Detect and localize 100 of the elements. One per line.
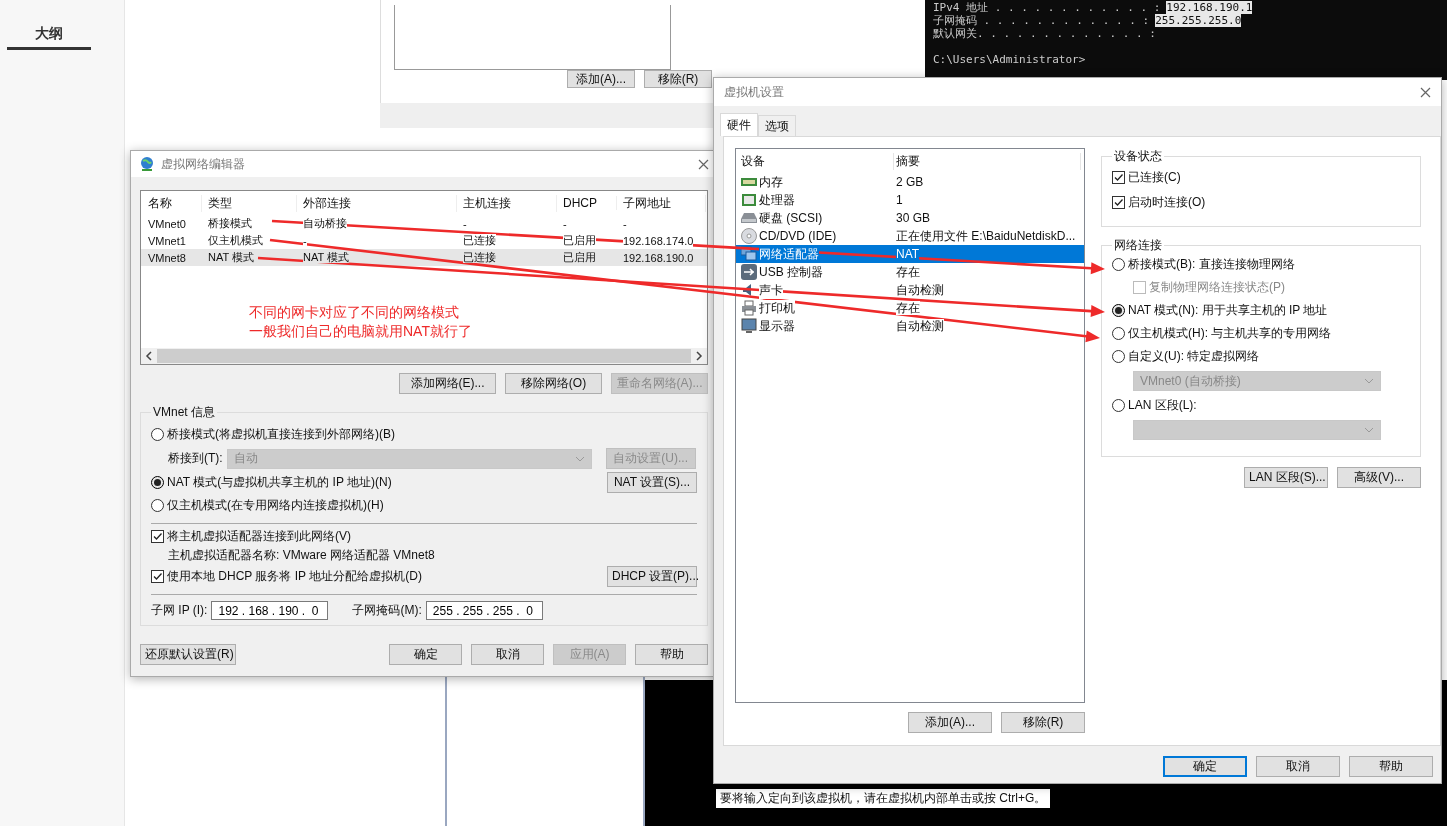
dialog-button[interactable]: LAN 区段(S)... <box>1244 467 1328 488</box>
radio-label[interactable]: 仅主机模式(H): 与主机共享的专用网络 <box>1128 325 1332 342</box>
dialog-button[interactable]: 帮助 <box>1349 756 1433 777</box>
dialog-button[interactable]: 高级(V)... <box>1337 467 1421 488</box>
radio-label[interactable]: NAT 模式(N): 用于共享主机的 IP 地址 <box>1128 302 1328 319</box>
device-summary: 正在使用文件 E:\BaiduNetdiskD... <box>896 228 1076 243</box>
radio-label[interactable]: NAT 模式(与虚拟机共享主机的 IP 地址)(N) <box>167 474 392 491</box>
terminal-text: 255.255.255.0 <box>1155 14 1242 27</box>
ip-field[interactable]: 255 . 255 . 255 . 0 <box>425 601 543 620</box>
dialog-button[interactable]: 移除网络(O) <box>505 373 602 394</box>
memory-icon <box>741 176 757 188</box>
checkbox[interactable]: 使用本地 DHCP 服务将 IP 地址分配给虚拟机(D) <box>151 568 422 585</box>
checkbox[interactable]: 将主机虚拟适配器连接到此网络(V) <box>151 528 697 545</box>
device-name: 处理器 <box>759 191 795 209</box>
column-header[interactable]: 类型 <box>208 195 232 210</box>
column-header[interactable]: 名称 <box>148 195 172 210</box>
terminal-prompt: C:\Users\Administrator> <box>933 53 1086 66</box>
dialog-button[interactable]: 移除(R) <box>1001 712 1085 733</box>
radio-button[interactable] <box>151 499 164 512</box>
device-name: CD/DVD (IDE) <box>759 229 837 243</box>
outline-tab[interactable]: 大纲 <box>7 20 91 50</box>
device-name: USB 控制器 <box>759 263 823 281</box>
checkmark-icon <box>1113 197 1124 208</box>
table-cell: 仅主机模式 <box>208 234 263 246</box>
dialog-button[interactable]: DHCP 设置(P)... <box>607 566 697 587</box>
terminal-text: 192.168.190.1 <box>1166 1 1253 14</box>
table-cell: 192.168.174.0 <box>623 234 694 247</box>
device-summary: 自动检测 <box>896 282 944 297</box>
checkbox[interactable]: 启动时连接(O) <box>1112 194 1410 211</box>
dialog-button[interactable]: 确定 <box>389 644 462 665</box>
device-row[interactable]: 网络适配器 NAT <box>736 245 1084 263</box>
table-cell: 192.168.190.0 <box>623 251 694 264</box>
column-header[interactable]: 子网地址 <box>623 195 671 210</box>
field-label: 子网掩码(M): <box>352 602 422 619</box>
device-summary: 30 GB <box>896 211 931 225</box>
ip-field[interactable]: 192 . 168 . 190 . 0 <box>211 601 329 620</box>
dialog-button[interactable]: 取消 <box>471 644 544 665</box>
radio-button[interactable] <box>1112 258 1125 271</box>
table-cell: 已连接 <box>463 251 496 263</box>
table-row[interactable]: VMnet8 NAT 模式 NAT 模式 已连接 已启用 192.168.190.0 <box>141 249 707 266</box>
dialog-button[interactable]: 确定 <box>1163 756 1247 777</box>
tab[interactable]: 硬件 <box>720 113 758 136</box>
dialog-button[interactable]: 取消 <box>1256 756 1340 777</box>
column-header[interactable]: 摘要 <box>896 153 920 168</box>
radio-label[interactable]: 自定义(U): 特定虚拟网络 <box>1128 348 1260 365</box>
radio-label[interactable]: 桥接模式(将虚拟机直接连接到外部网络)(B) <box>167 426 395 443</box>
table-cell: NAT 模式 <box>303 251 350 263</box>
checkmark-icon <box>1113 172 1124 183</box>
device-summary: 存在 <box>896 300 920 315</box>
close-icon[interactable] <box>698 158 709 170</box>
window-title: 虚拟网络编辑器 <box>161 155 246 173</box>
chip-icon <box>741 193 757 207</box>
dialog-button[interactable]: 还原默认设置(R) <box>140 644 236 665</box>
horizontal-scrollbar[interactable] <box>141 348 707 364</box>
field-label: 桥接到(T): <box>168 450 223 467</box>
dialog-button[interactable]: 添加网络(E)... <box>399 373 496 394</box>
chevron-down-icon <box>1364 378 1374 384</box>
column-header[interactable]: 主机连接 <box>463 195 511 210</box>
group-title: VMnet 信息 <box>152 404 216 421</box>
checkmark-icon <box>152 571 163 582</box>
dialog-button[interactable]: 帮助 <box>635 644 708 665</box>
radio-button[interactable] <box>151 428 164 441</box>
radio-label[interactable]: 仅主机模式(在专用网络内连接虚拟机)(H) <box>167 497 384 514</box>
column-header[interactable]: 设备 <box>741 153 765 168</box>
column-header[interactable]: DHCP <box>563 196 597 210</box>
globe-icon <box>139 156 155 172</box>
dialog-button[interactable]: 移除(R) <box>644 70 712 88</box>
table-cell: 已启用 <box>563 251 596 263</box>
dialog-button[interactable]: 添加(A)... <box>908 712 992 733</box>
group-title: 网络连接 <box>1113 237 1163 254</box>
table-cell: NAT 模式 <box>208 251 255 263</box>
checkmark-icon <box>152 531 163 542</box>
radio-button[interactable] <box>1112 327 1125 340</box>
radio-label[interactable]: 桥接模式(B): 直接连接物理网络 <box>1128 256 1295 273</box>
close-icon[interactable] <box>1420 86 1431 98</box>
tab[interactable]: 选项 <box>758 115 796 136</box>
terminal-text: IPv4 地址 . . . . . . . . . . . . : <box>933 1 1161 14</box>
chevron-down-icon <box>574 455 585 462</box>
table-cell: 已连接 <box>463 234 496 246</box>
radio-button[interactable] <box>1112 304 1125 317</box>
table-cell: 桥接模式 <box>208 217 252 229</box>
checkbox[interactable]: 已连接(C) <box>1112 169 1410 186</box>
device-name: 内存 <box>759 173 783 191</box>
table-cell: VMnet8 <box>148 251 186 264</box>
column-header[interactable]: 外部连接 <box>303 195 351 210</box>
radio-button[interactable] <box>1112 399 1125 412</box>
device-summary: 1 <box>896 193 903 207</box>
radio-button[interactable] <box>1112 350 1125 363</box>
group-title: 设备状态 <box>1113 148 1163 165</box>
device-summary: 2 GB <box>896 175 924 189</box>
device-name: 打印机 <box>759 299 795 317</box>
dialog-button[interactable]: NAT 设置(S)... <box>607 472 697 493</box>
dialog-button[interactable]: 添加(A)... <box>567 70 635 88</box>
radio-button[interactable] <box>151 476 164 489</box>
terminal-text: 子网掩码 . . . . . . . . . . . . : <box>933 14 1150 27</box>
table-cell: 已启用 <box>563 234 596 246</box>
usb-icon <box>741 264 757 280</box>
disc-icon <box>741 228 757 244</box>
radio-label[interactable]: LAN 区段(L): <box>1128 397 1197 414</box>
annotation-text: 一般我们自己的电脑就用NAT就行了 <box>249 322 472 341</box>
